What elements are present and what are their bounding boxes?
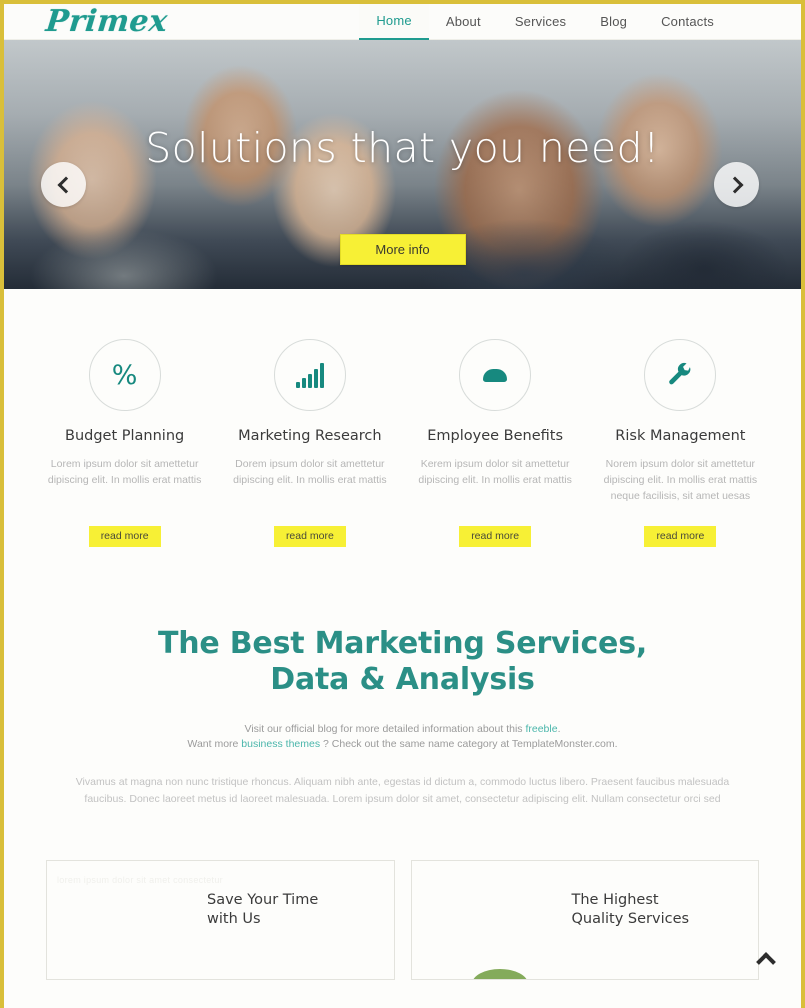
page-inner: Primex Home About Services Blog Contacts… [4,4,801,1008]
marketing-body-text: Vivamus at magna non nunc tristique rhon… [75,776,730,805]
feature-title: Marketing Research [238,428,382,444]
card-title: The Highest Quality Services [572,891,690,929]
bar-chart-icon [295,362,324,388]
card-save-your-time[interactable]: lorem ipsum dolor sit amet consectetur S… [46,860,395,980]
hero-title: Solutions that you need! [145,124,660,172]
business-themes-link[interactable]: business themes [241,738,320,750]
card-title-line1: Save Your Time [207,892,319,908]
bottom-cards-section: lorem ipsum dolor sit amet consectetur S… [4,808,801,980]
feature-button-row: read more [223,510,396,570]
card-title-line2: Quality Services [571,911,690,927]
marketing-heading-line1: The Best Marketing Services, [157,626,648,661]
feature-description: Lorem ipsum dolor sit amettetur dipiscin… [47,458,202,486]
marketing-heading-line2: Data & Analysis [270,662,535,697]
note-line1-prefix: Visit our official blog for more detaile… [244,723,526,735]
feature-icon-circle[interactable] [644,339,717,411]
marketing-heading: The Best Marketing Services, Data & Anal… [44,626,761,698]
feature-description: Norem ipsum dolor sit amettetur dipiscin… [603,458,758,502]
read-more-button[interactable]: read more [273,526,346,547]
site-logo[interactable]: Primex [44,4,169,39]
feature-title: Employee Benefits [427,428,564,444]
chevron-up-icon [756,952,776,972]
percent-icon: % [111,359,138,391]
nav-item-blog[interactable]: Blog [583,4,644,40]
hero-more-info-button[interactable]: More info [339,234,466,265]
hero-next-button[interactable] [714,162,759,207]
feature-button-row: read more [409,510,582,570]
feature-description: Kerem ipsum dolor sit amettetur dipiscin… [418,458,572,486]
nav-item-home[interactable]: Home [359,4,429,40]
feature-title: Risk Management [615,428,746,444]
features-section: % Budget Planning Lorem ipsum dolor sit … [4,289,801,586]
hero-prev-button[interactable] [41,162,86,207]
user-icon [483,368,508,382]
card-title-line1: The Highest [571,892,659,908]
marketing-section: The Best Marketing Services, Data & Anal… [4,586,801,808]
feature-risk-management: Risk Management Norem ipsum dolor sit am… [588,339,773,586]
site-header: Primex Home About Services Blog Contacts [4,4,801,40]
feature-button-row: read more [594,526,767,586]
feature-budget-planning: % Budget Planning Lorem ipsum dolor sit … [32,339,217,586]
feature-marketing-research: Marketing Research Dorem ipsum dolor sit… [217,339,402,586]
scroll-to-top-button[interactable] [749,942,783,976]
page-frame: Primex Home About Services Blog Contacts… [0,0,805,1008]
note-line2-prefix: Want more [187,738,242,750]
marketing-note: Visit our official blog for more detaile… [44,722,761,752]
note-line1-suffix: . [557,723,561,735]
main-navigation: Home About Services Blog Contacts [359,4,731,40]
nav-item-contacts[interactable]: Contacts [644,4,731,40]
chevron-left-icon [57,176,74,193]
note-line2-suffix: ? Check out the same name category at Te… [320,738,618,750]
feature-description: Dorem ipsum dolor sit amettetur dipiscin… [233,458,387,486]
nav-item-services[interactable]: Services [498,4,583,40]
read-more-button[interactable]: read more [459,526,532,547]
read-more-button[interactable]: read more [644,526,717,547]
feature-icon-circle[interactable]: % [88,339,161,411]
wrench-icon [669,362,691,385]
feature-employee-benefits: Employee Benefits Kerem ipsum dolor sit … [403,339,588,586]
card-highest-quality-services[interactable]: The Highest Quality Services [410,860,759,980]
feature-button-row: read more [38,510,211,570]
feature-icon-circle[interactable] [459,339,532,411]
chevron-right-icon [726,176,743,193]
hero-slider: Solutions that you need! More info [4,40,801,289]
freeble-link[interactable]: freeble [525,723,557,735]
card-faint-text: lorem ipsum dolor sit amet consectetur [57,875,223,885]
read-more-button[interactable]: read more [88,526,161,547]
card-title-line2: with Us [207,911,261,927]
card-decoration [471,969,528,979]
feature-title: Budget Planning [65,428,185,444]
card-title: Save Your Time with Us [207,891,318,929]
nav-item-about[interactable]: About [429,4,498,40]
feature-icon-circle[interactable] [273,339,346,411]
